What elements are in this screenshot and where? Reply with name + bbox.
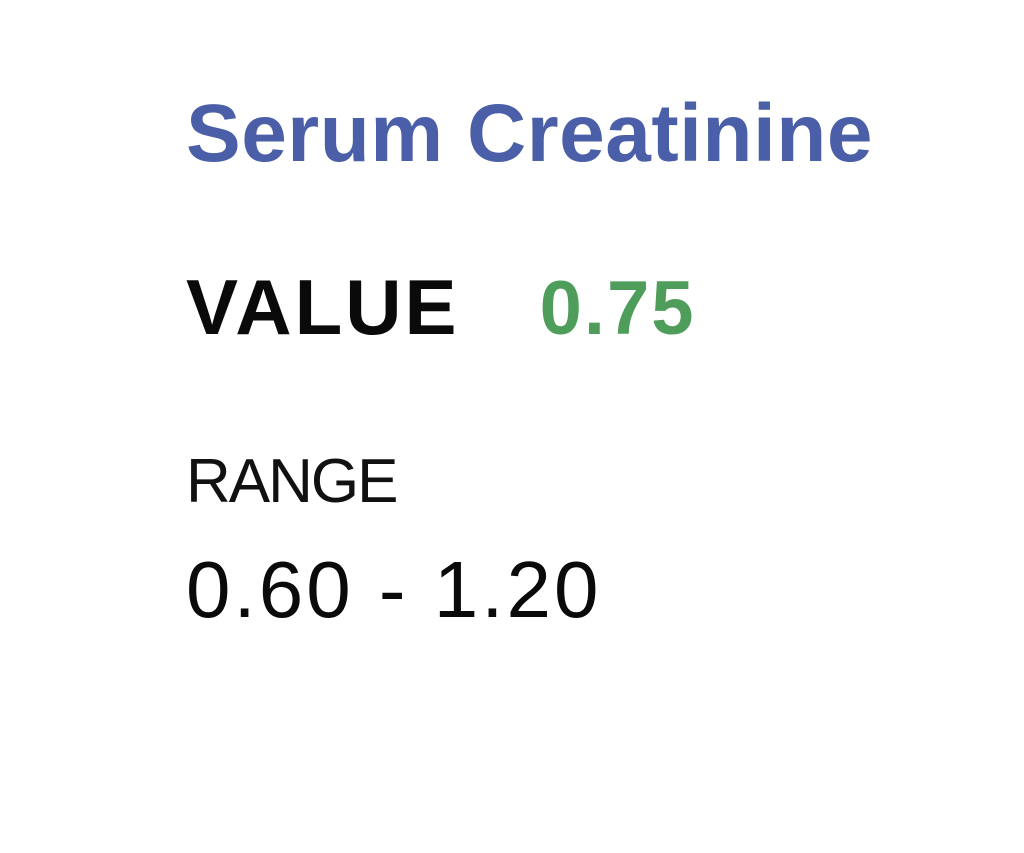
result-value: 0.75 (539, 266, 696, 351)
value-row: VALUE 0.75 (186, 262, 696, 352)
reference-range-value: 0.60 - 1.20 (186, 545, 602, 634)
test-name-heading: Serum Creatinine (186, 88, 873, 179)
lab-result-card: Serum Creatinine VALUE 0.75 RANGE 0.60 -… (186, 0, 986, 853)
value-label: VALUE (186, 263, 460, 351)
range-label: RANGE (186, 447, 398, 516)
